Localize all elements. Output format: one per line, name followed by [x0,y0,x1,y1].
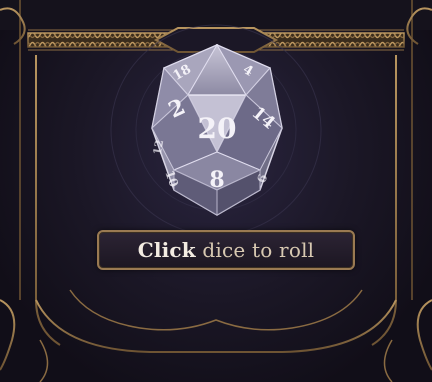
roll-dice-label-strong: Click [137,238,196,262]
face-8: 8 [209,167,224,193]
face-12: 12 [151,139,166,156]
roll-dice-label-rest: dice to roll [195,238,315,262]
roll-dice-button[interactable]: Click dice to roll [97,230,355,270]
d20-dice-graphic: 20 18 4 2 14 8 10 12 6 [151,43,283,216]
d20-dice[interactable]: 20 18 4 2 14 8 10 12 6 [148,40,286,220]
dice-roll-panel: 20 18 4 2 14 8 10 12 6 Click dice to rol… [0,0,432,382]
face-20: 20 [198,112,237,145]
roll-dice-label: Click dice to roll [138,238,315,262]
